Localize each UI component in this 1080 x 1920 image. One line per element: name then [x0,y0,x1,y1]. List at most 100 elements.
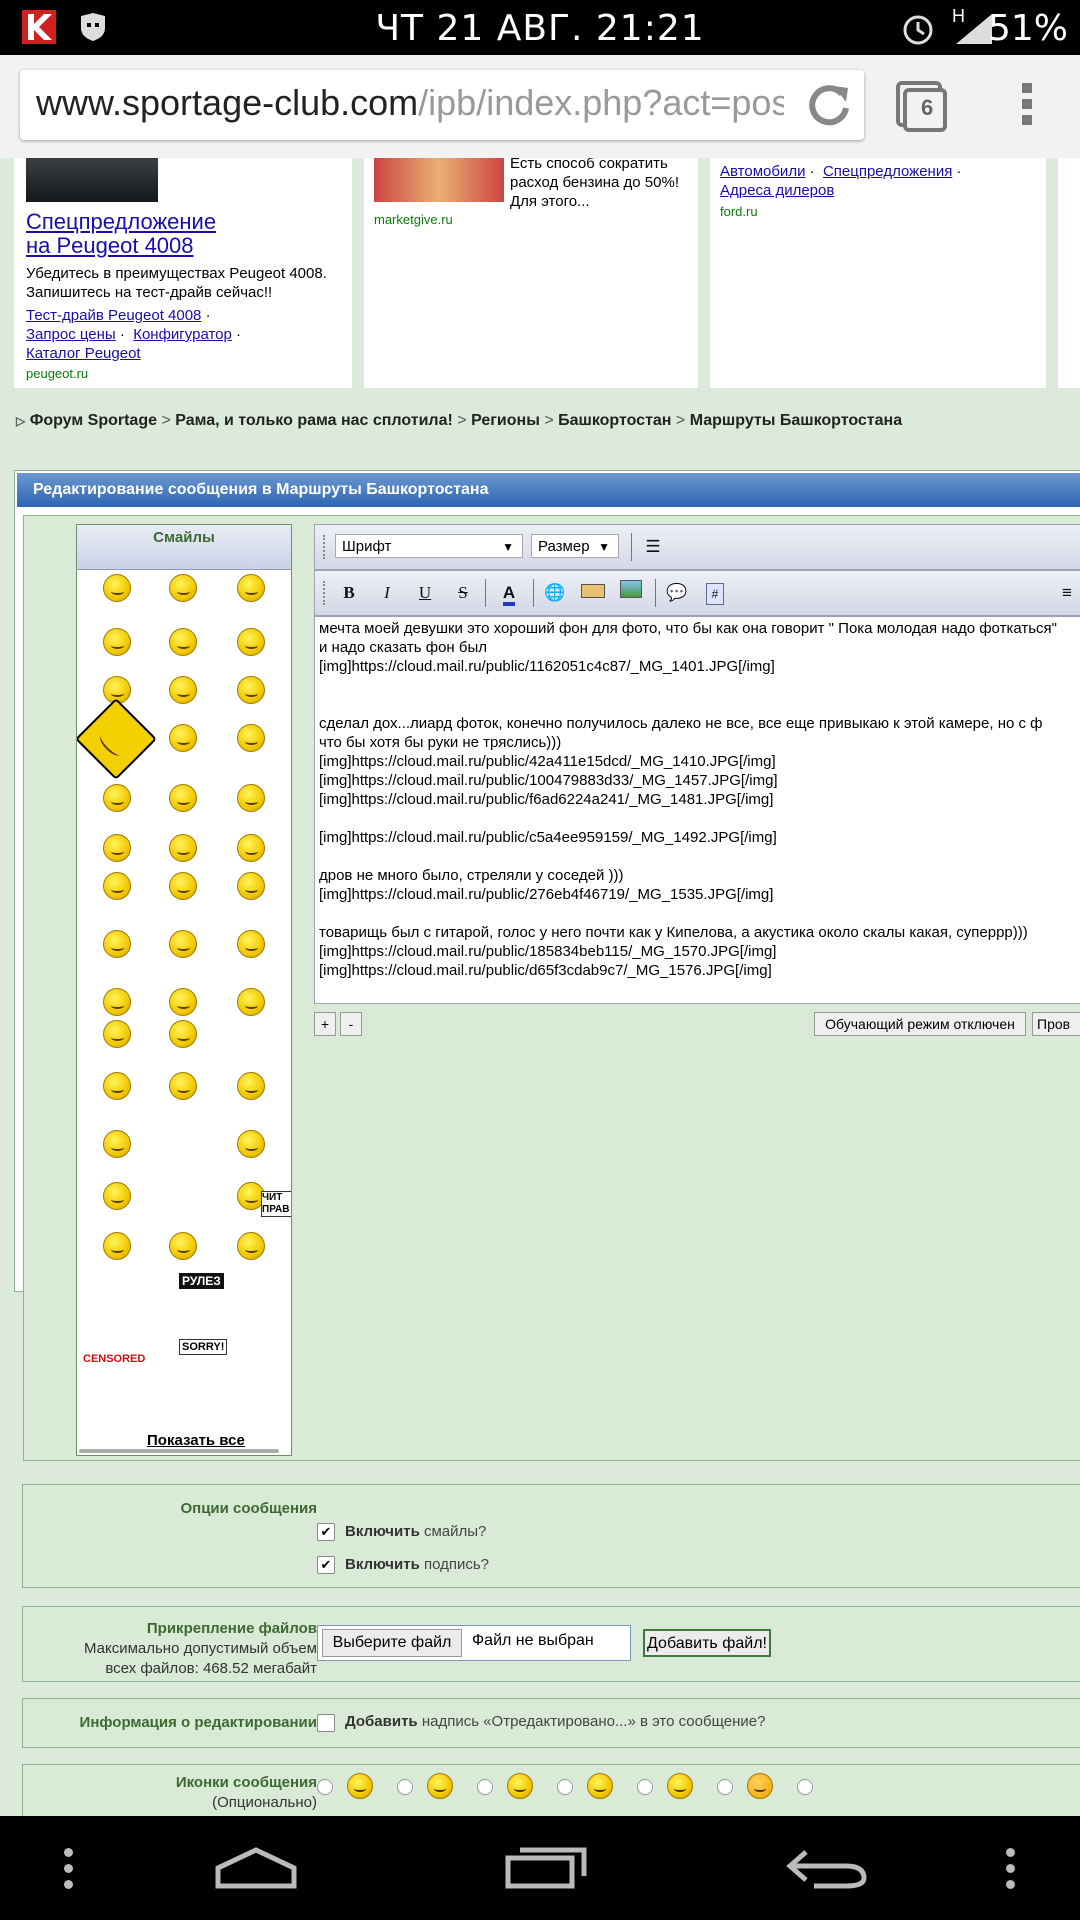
underline-button[interactable]: U [411,579,439,607]
message-icon-smiley[interactable] [587,1773,613,1799]
message-icon-radio[interactable] [397,1779,413,1795]
ad-peugeot[interactable]: Спецпредложение на Peugeot 4008 Убедитес… [14,158,352,388]
tabs-button[interactable]: 6 [896,81,948,133]
bold-button[interactable]: B [335,579,363,607]
code-icon[interactable]: # [701,579,729,607]
size-select[interactable]: Размер ▼ [531,534,619,558]
smiley-icon[interactable] [169,628,197,656]
smiley-icon[interactable] [169,988,197,1016]
home-icon[interactable] [214,1846,298,1890]
ad-link-dealers[interactable]: Адреса дилеров [720,182,834,199]
breadcrumb-topic[interactable]: Маршруты Башкортостана [690,412,902,429]
ad-marketgive[interactable]: Есть способ сократить расход бензина до … [364,158,698,388]
smiley-icon[interactable] [237,988,265,1016]
ad-image-car[interactable] [26,158,158,202]
smiley-icon[interactable] [103,784,131,812]
smiley-icon[interactable] [103,1020,131,1048]
message-icon-radio[interactable] [717,1779,733,1795]
smiles-scrollbar[interactable] [79,1449,279,1453]
enable-smiles-label[interactable]: Включить смайлы? [345,1523,486,1540]
ad-link-offers[interactable]: Спецпредложения [823,163,952,180]
breadcrumb-section[interactable]: Рама, и только рама нас сплотила! [175,412,453,429]
message-textarea[interactable]: мечта моей девушки это хороший фон для ф… [314,616,1080,1004]
menu-dots-icon[interactable] [64,1848,74,1889]
smiley-icon[interactable] [237,574,265,602]
ad-link-catalog[interactable]: Каталог Peugeot [26,345,141,362]
smiley-icon[interactable] [169,872,197,900]
choose-file-button[interactable]: Выберите файл [322,1629,462,1657]
breadcrumb-regions[interactable]: Регионы [471,412,540,429]
show-all-smiles-link[interactable]: Показать все [147,1432,245,1449]
smiley-icon[interactable] [169,930,197,958]
smiley-icon[interactable] [237,1232,265,1260]
align-icon[interactable]: ≡ [1053,579,1080,607]
message-icon-smiley[interactable] [747,1773,773,1799]
smiley-icon[interactable] [103,628,131,656]
add-edited-note-label[interactable]: Добавить надпись «Отредактировано...» в … [345,1713,765,1730]
italic-button[interactable]: I [373,579,401,607]
textarea-shrink-button[interactable]: - [340,1012,362,1036]
file-picker[interactable]: Выберите файл Файл не выбран [317,1625,631,1661]
smiley-icon[interactable] [237,872,265,900]
font-select[interactable]: Шрифт ▼ [335,534,523,558]
email-icon[interactable] [579,579,607,607]
message-icon-smiley[interactable] [427,1773,453,1799]
smiley-icon[interactable] [169,1020,197,1048]
quote-icon[interactable]: 💬 [663,579,691,607]
smiley-icon[interactable] [103,988,131,1016]
smiley-icon[interactable] [169,784,197,812]
smiley-icon[interactable] [169,724,197,752]
smiley-icon[interactable] [169,676,197,704]
font-color-icon[interactable]: A [495,579,523,607]
smiley-icon[interactable] [103,834,131,862]
sign-censored[interactable]: CENSORED [83,1353,145,1365]
smiley-icon[interactable] [237,784,265,812]
ad-partial[interactable] [1058,158,1080,388]
url-text[interactable]: www.sportage-club.com/ipb/index.php?act=… [36,82,841,124]
ad-image-injector[interactable] [374,158,504,202]
message-icon-radio[interactable] [477,1779,493,1795]
message-icon-radio[interactable] [637,1779,653,1795]
enable-smiles-checkbox[interactable]: ✔ [317,1523,335,1541]
textarea-grow-button[interactable]: + [314,1012,336,1036]
sign-rulez[interactable]: РУЛЕЗ [179,1273,224,1289]
ad-text[interactable]: Есть способ сократить расход бензина до … [510,158,690,211]
smiley-icon[interactable] [237,628,265,656]
smiley-icon[interactable] [237,1072,265,1100]
image-icon[interactable] [617,579,645,607]
ad-ford[interactable]: Автомобили · Спецпредложения · Адреса ди… [710,158,1046,388]
training-mode-button[interactable]: Обучающий режим отключен [814,1012,1026,1036]
overflow-dots-icon[interactable] [1006,1848,1016,1889]
message-icon-radio[interactable] [797,1779,813,1795]
smiley-icon[interactable] [237,676,265,704]
breadcrumb-forum[interactable]: Форум Sportage [30,412,157,429]
smiley-icon[interactable] [237,724,265,752]
smiley-icon[interactable] [103,872,131,900]
smiley-icon[interactable] [169,834,197,862]
smiley-icon[interactable] [237,1130,265,1158]
message-icon-smiley[interactable] [507,1773,533,1799]
url-bar[interactable]: www.sportage-club.com/ipb/index.php?act=… [20,70,864,140]
message-icon-radio[interactable] [317,1779,333,1795]
enable-signature-checkbox[interactable]: ✔ [317,1556,335,1574]
smiley-icon[interactable] [169,574,197,602]
ad-link-cars[interactable]: Автомобили [720,163,805,180]
indent-icon[interactable]: ☰ [639,533,667,561]
ad-title-line1[interactable]: Спецпредложение [26,209,216,234]
add-file-button[interactable]: Добавить файл! [643,1629,771,1657]
smiley-icon[interactable] [103,1232,131,1260]
ad-link-test-drive[interactable]: Тест-драйв Peugeot 4008 [26,307,201,324]
smiley-icon[interactable] [169,1072,197,1100]
message-icon-radio[interactable] [557,1779,573,1795]
back-icon[interactable] [784,1846,868,1890]
smiley-icon[interactable] [77,697,158,781]
sign-chit[interactable]: ЧИТ ПРАВ [261,1191,291,1217]
smiley-icon[interactable] [103,1182,131,1210]
enable-signature-label[interactable]: Включить подпись? [345,1556,489,1573]
smiley-icon[interactable] [237,930,265,958]
message-icon-smiley[interactable] [347,1773,373,1799]
add-edited-note-checkbox[interactable] [317,1714,335,1732]
smiley-icon[interactable] [103,574,131,602]
breadcrumb-region[interactable]: Башкортостан [558,412,671,429]
sign-sorry[interactable]: SORRY! [179,1339,228,1355]
